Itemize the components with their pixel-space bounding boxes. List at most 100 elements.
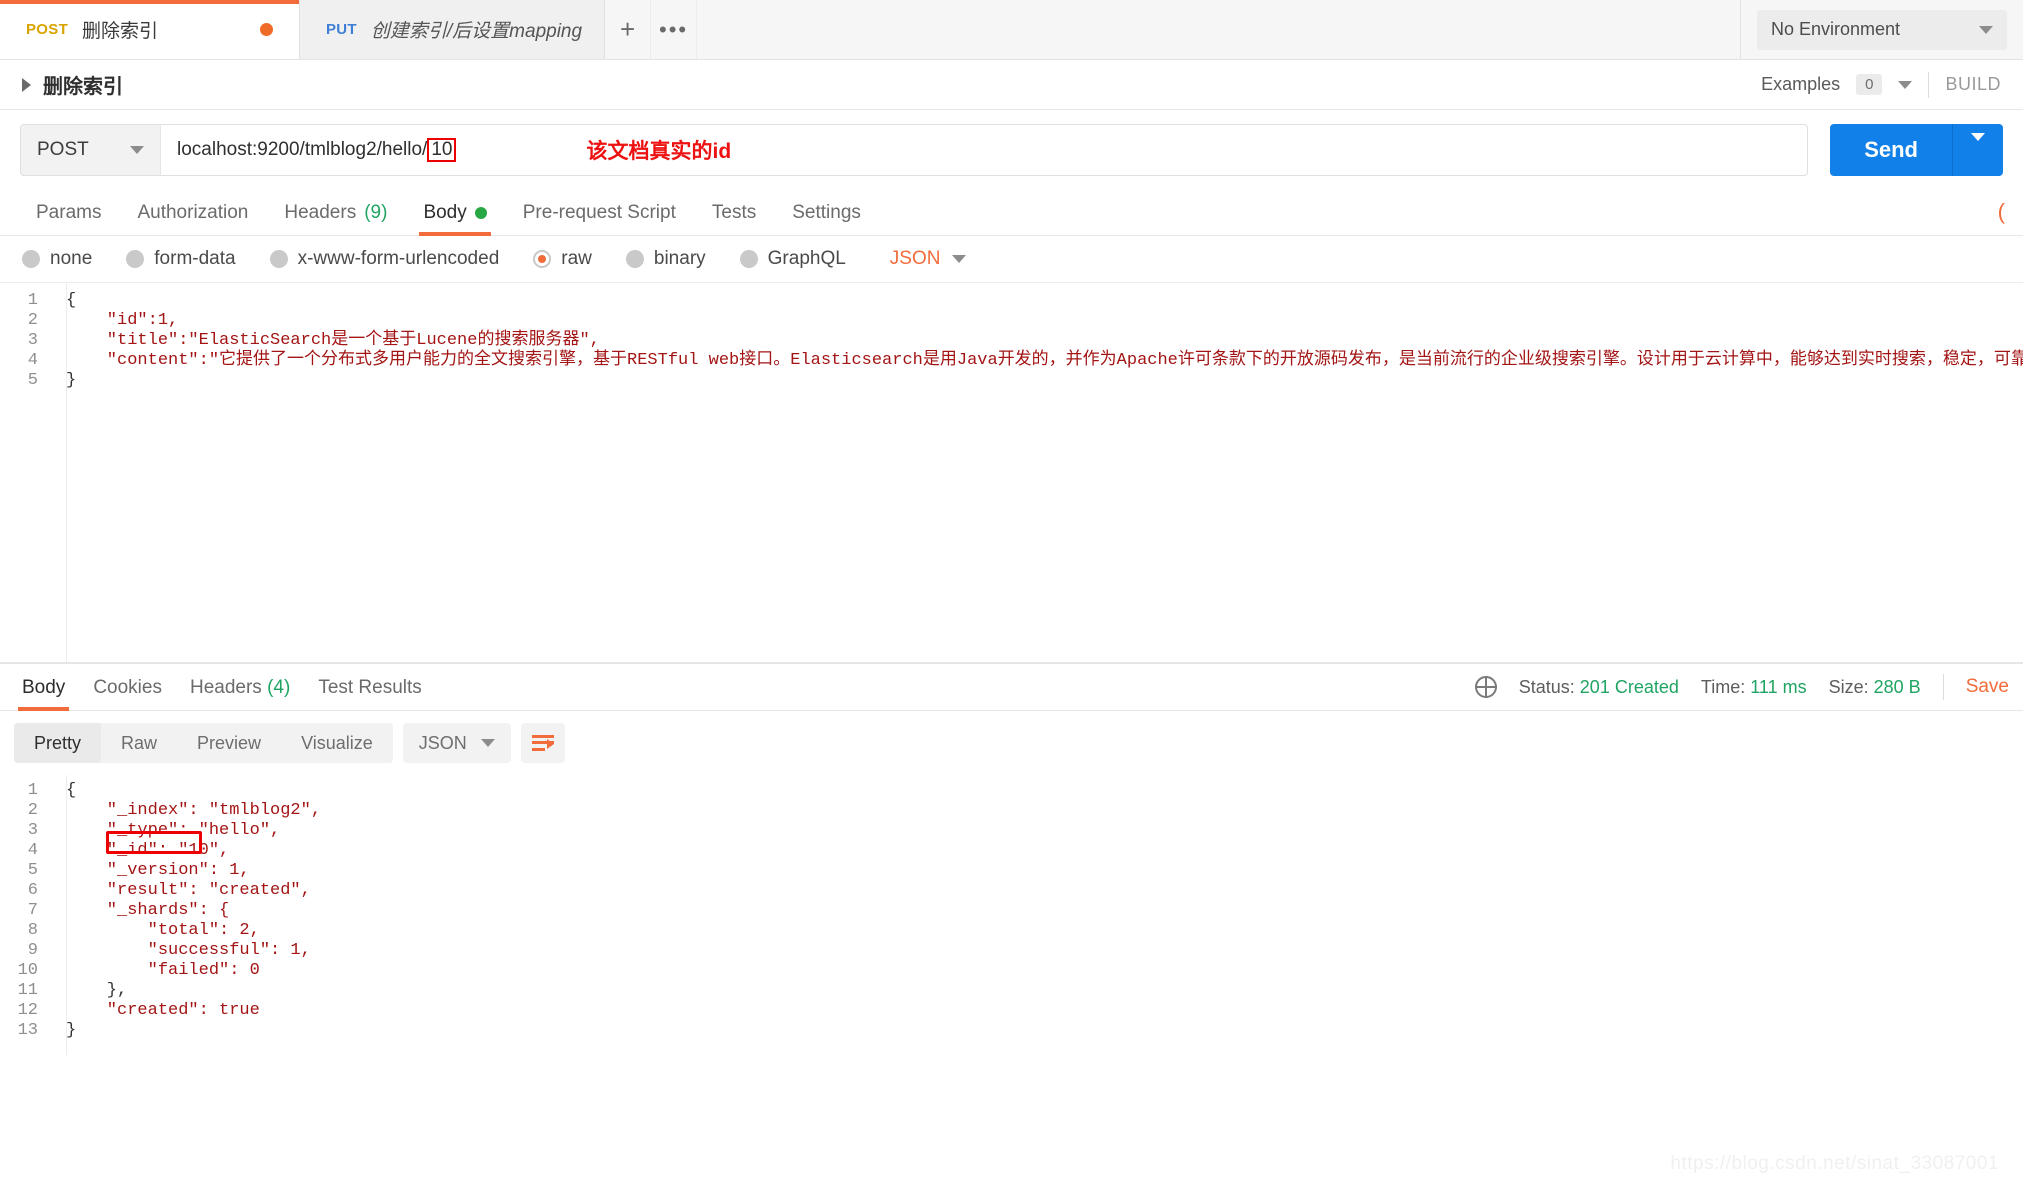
tab-settings-label: Settings xyxy=(792,202,861,223)
line-number: 6 xyxy=(27,881,38,900)
body-type-raw-label: raw xyxy=(561,248,592,269)
response-meta: Status: 201 Created Time: 111 ms Size: 2… xyxy=(1474,674,2015,710)
examples-chevron-down-icon[interactable] xyxy=(1898,80,1913,89)
radio-icon xyxy=(22,250,40,268)
line-number: 12 xyxy=(17,1001,38,1020)
code-line: 5 "_version": 1, xyxy=(0,861,2023,881)
chevron-down-icon xyxy=(1979,25,1993,34)
word-wrap-icon xyxy=(531,735,554,751)
response-view-pretty[interactable]: Pretty xyxy=(14,723,102,763)
line-text: "id":1, xyxy=(66,311,179,330)
tab-headers[interactable]: Headers (9) xyxy=(266,202,405,235)
body-type-form-data-label: form-data xyxy=(154,248,236,269)
environment-selector[interactable]: No Environment xyxy=(1757,9,2007,50)
status-value: 201 Created xyxy=(1579,676,1679,697)
line-number: 11 xyxy=(17,981,38,1000)
body-type-none[interactable]: none xyxy=(22,248,92,270)
code-line: 11 }, xyxy=(0,981,2023,1001)
line-text: "total": 2, xyxy=(66,921,260,940)
body-format-selector[interactable]: JSON xyxy=(890,248,967,270)
response-view-visualize[interactable]: Visualize xyxy=(281,723,393,763)
response-tab-cookies[interactable]: Cookies xyxy=(79,677,176,710)
response-section-tabs: Body Cookies Headers (4) Test Results St… xyxy=(0,663,2023,711)
build-button[interactable]: BUILD xyxy=(1945,74,2001,95)
code-line: 7 "_shards": { xyxy=(0,901,2023,921)
response-tab-headers-count: (4) xyxy=(267,677,291,698)
divider xyxy=(1928,71,1930,98)
cookies-code-link[interactable]: ( xyxy=(1998,199,2005,235)
response-view-switch: Pretty Raw Preview Visualize xyxy=(14,723,393,763)
new-tab-button[interactable]: + xyxy=(605,0,652,59)
response-view-raw[interactable]: Raw xyxy=(101,723,177,763)
radio-selected-icon xyxy=(533,250,552,268)
response-view-preview[interactable]: Preview xyxy=(177,723,281,763)
editor-gutter-divider xyxy=(66,775,67,1055)
tab-pre-request-script[interactable]: Pre-request Script xyxy=(505,202,694,235)
response-tab-body[interactable]: Body xyxy=(8,677,79,711)
body-type-binary-label: binary xyxy=(653,248,706,269)
line-number: 10 xyxy=(17,961,38,980)
line-text: "result": "created", xyxy=(66,881,311,900)
tab-tests[interactable]: Tests xyxy=(694,202,774,235)
radio-icon xyxy=(269,250,288,268)
body-type-urlencoded[interactable]: x-www-form-urlencoded xyxy=(269,248,499,270)
url-input[interactable]: localhost:9200/tmlblog2/hello/10 该文档真实的i… xyxy=(160,124,1809,176)
editor-gutter-divider xyxy=(66,283,67,662)
tab-more-options-button[interactable]: ••• xyxy=(651,0,698,59)
body-type-form-data[interactable]: form-data xyxy=(126,248,236,270)
response-size: Size: 280 B xyxy=(1829,677,1921,698)
tab-headers-count: (9) xyxy=(364,202,388,223)
code-line: 9 "successful": 1, xyxy=(0,941,2023,961)
request-tab-1[interactable]: PUT 创建索引/后设置mapping xyxy=(300,0,606,59)
response-format-label: JSON xyxy=(418,732,467,753)
chevron-down-icon xyxy=(952,255,967,263)
send-button[interactable]: Send xyxy=(1830,124,2003,176)
line-number: 13 xyxy=(17,1021,38,1040)
tab-params[interactable]: Params xyxy=(18,202,119,235)
send-button-label: Send xyxy=(1864,137,1918,162)
send-options-button[interactable] xyxy=(1953,133,2003,159)
tab-authorization[interactable]: Authorization xyxy=(119,202,266,235)
globe-icon xyxy=(1474,676,1497,698)
line-number: 5 xyxy=(27,371,38,390)
line-number: 2 xyxy=(27,801,38,820)
request-body-editor[interactable]: 1 { 2 "id":1, 3 "title":"ElasticSearch是一… xyxy=(0,283,2023,663)
line-number: 8 xyxy=(27,921,38,940)
line-number: 4 xyxy=(27,351,38,370)
word-wrap-button[interactable] xyxy=(520,723,565,763)
response-format-selector[interactable]: JSON xyxy=(402,723,511,763)
request-tab-0-label: 删除索引 xyxy=(82,21,159,42)
radio-icon xyxy=(739,250,758,268)
line-number: 3 xyxy=(27,331,38,350)
code-line: 3 "_type": "hello", xyxy=(0,821,2023,841)
tab-strip-filler xyxy=(697,0,1740,59)
request-tab-0[interactable]: POST 删除索引 xyxy=(0,0,300,59)
response-time: Time: 111 ms xyxy=(1701,677,1807,698)
code-line: 4 "_id": "10", xyxy=(0,841,2023,861)
tab-params-label: Params xyxy=(36,202,102,223)
line-number: 3 xyxy=(27,821,38,840)
tab-body[interactable]: Body xyxy=(405,202,504,236)
watermark: https://blog.csdn.net/sinat_33087001 xyxy=(1670,1153,1999,1174)
url-text: localhost:9200/tmlblog2/hello/ xyxy=(177,139,428,160)
time-label: Time: xyxy=(1700,676,1746,697)
examples-label: Examples xyxy=(1761,74,1841,94)
response-tab-test-results[interactable]: Test Results xyxy=(304,677,435,710)
response-body-viewer[interactable]: 1 { 2 "_index": "tmlblog2", 3 "_type": "… xyxy=(0,775,2023,1055)
body-type-raw[interactable]: raw xyxy=(533,248,592,270)
tab-pre-request-script-label: Pre-request Script xyxy=(522,202,676,223)
tab-settings[interactable]: Settings xyxy=(774,202,879,235)
line-text: "created": true xyxy=(66,1001,260,1020)
body-type-binary[interactable]: binary xyxy=(625,248,706,270)
http-method-selector[interactable]: POST xyxy=(20,124,160,176)
chevron-down-icon xyxy=(1971,133,1985,158)
body-type-selector: none form-data x-www-form-urlencoded raw… xyxy=(0,236,2023,283)
body-type-graphql[interactable]: GraphQL xyxy=(739,248,846,270)
chevron-right-icon[interactable] xyxy=(22,77,31,92)
response-status: Status: 201 Created xyxy=(1519,677,1679,698)
response-tab-headers[interactable]: Headers (4) xyxy=(176,677,304,710)
send-area: Send xyxy=(1830,124,2003,176)
line-text: "_type": "hello", xyxy=(66,821,281,840)
save-response-button[interactable]: Save xyxy=(1966,676,2009,698)
line-text: "_index": "tmlblog2", xyxy=(66,801,322,820)
